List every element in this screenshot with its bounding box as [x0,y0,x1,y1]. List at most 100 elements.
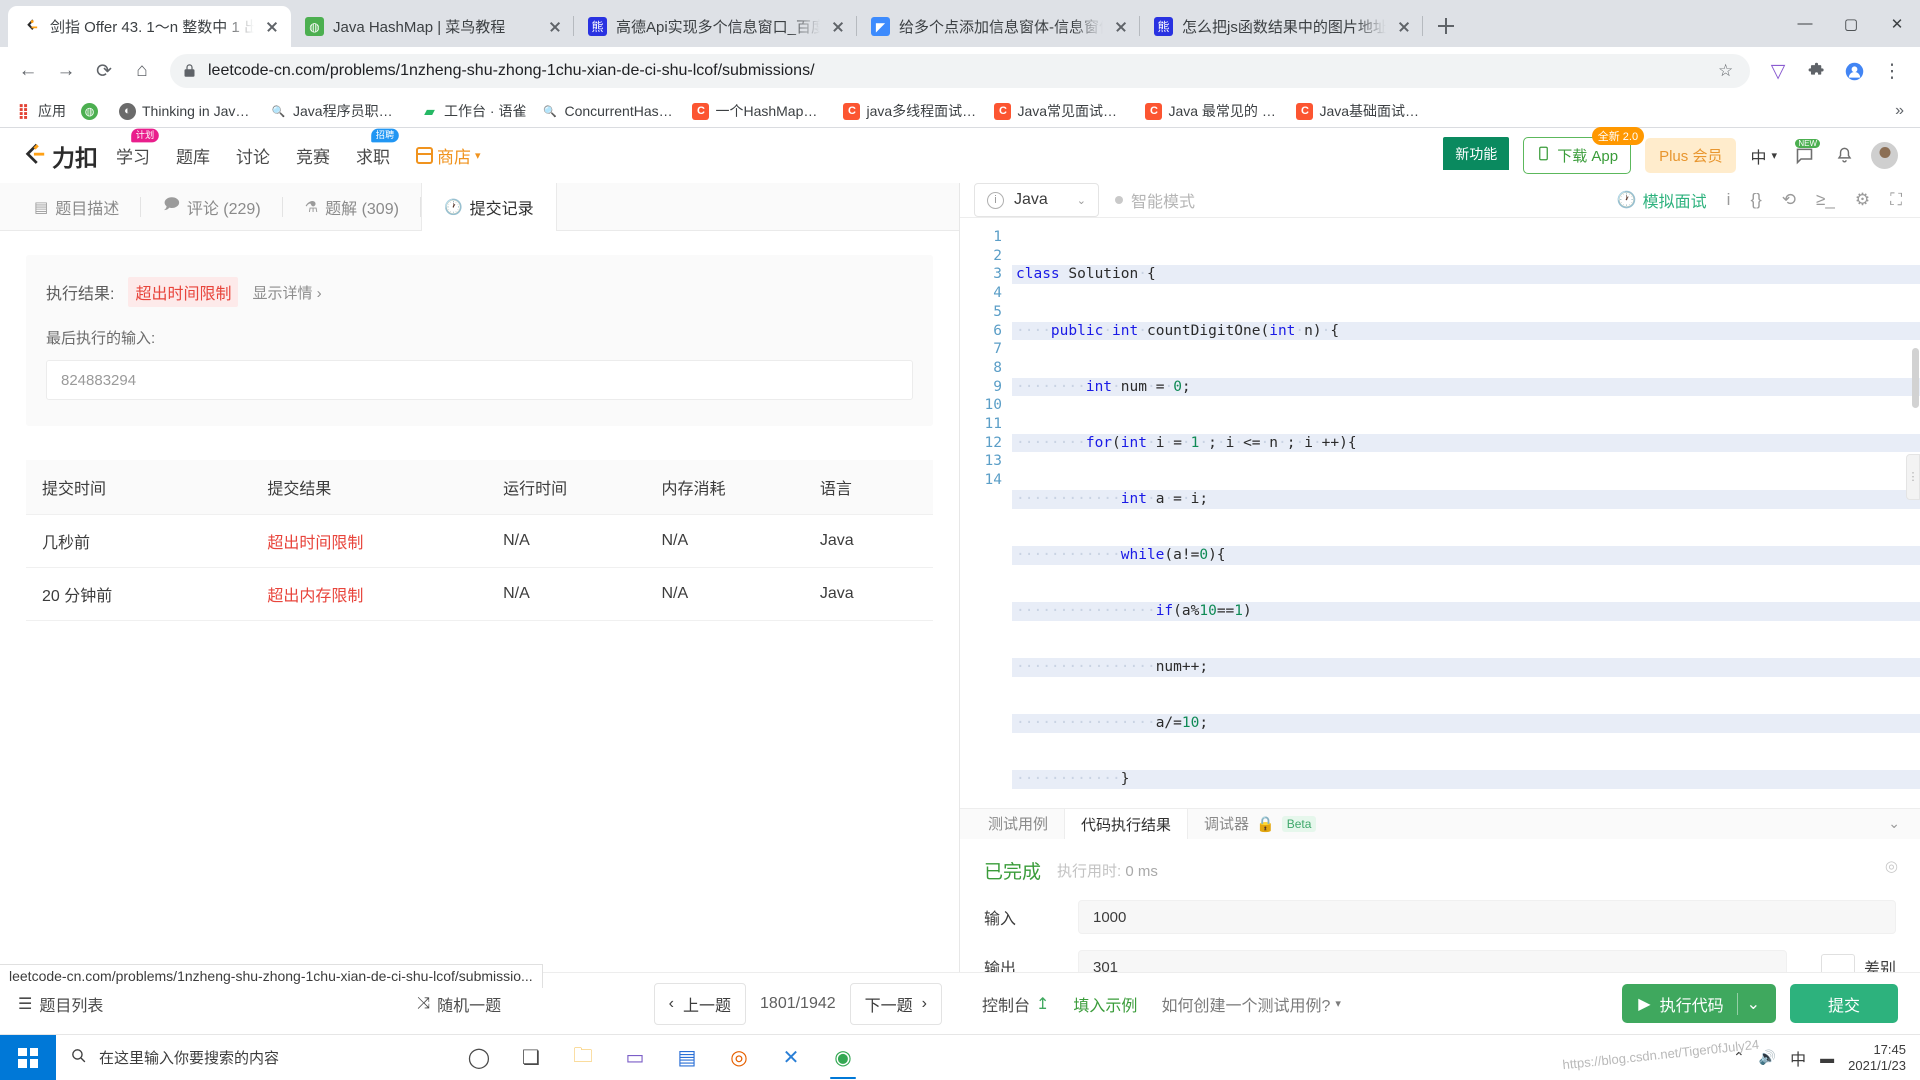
nav-item-study[interactable]: 学习 计划 [116,128,159,170]
prev-problem-button[interactable]: ‹ 上一题 [653,982,747,1025]
submit-button[interactable]: 提交 [1789,984,1898,1023]
bookmarks-overflow-icon[interactable]: » [1887,102,1912,120]
new-tab-button[interactable] [1429,9,1463,43]
bell-icon[interactable] [1831,143,1857,169]
chevron-down-icon[interactable]: ⌄ [1868,809,1920,839]
bookmark-5[interactable]: 🔍 ConcurrentHash... [534,99,684,124]
ime-indicator[interactable]: 中 [1790,1046,1806,1070]
browser-tab-0[interactable]: 剑指 Offer 43. 1～n 整数中 1 出 [8,6,291,47]
format-braces-icon[interactable]: {} [1750,190,1761,210]
close-icon[interactable] [1112,18,1130,36]
taskbar-search[interactable]: 在这里输入你要搜索的内容 [56,1035,446,1080]
app-blue-icon[interactable]: ▤ [664,1035,710,1080]
language-select[interactable]: i Java ⌄ [974,183,1099,217]
close-icon[interactable] [1395,18,1413,36]
close-window-button[interactable]: ✕ [1874,0,1920,47]
browser-menu-icon[interactable]: ⋮ [1874,53,1910,89]
maximize-button[interactable]: ▢ [1828,0,1874,47]
back-icon[interactable]: ← [10,53,46,89]
forward-icon[interactable]: → [48,53,84,89]
language-selector[interactable]: 中 ▾ [1750,144,1777,168]
bookmark-3[interactable]: 🔍 Java程序员职业生... [263,97,413,125]
nav-item-jobs[interactable]: 求职 招聘 [356,128,399,170]
smart-mode-toggle[interactable]: 智能模式 [1115,188,1195,212]
site-logo[interactable]: 力扣 [22,139,98,173]
bookmark-apps[interactable]: ⣿ 应用 [8,97,73,125]
tab-solutions[interactable]: ⚗ 题解 (309) [283,183,421,230]
bookmark-6[interactable]: C 一个HashMap跟面... [685,97,835,125]
volume-icon[interactable]: 🔊 [1759,1049,1776,1066]
problem-list-button[interactable]: ☰ 题目列表 [18,992,103,1016]
network-icon[interactable]: ▬ [1820,1050,1834,1066]
windows-start-icon[interactable] [0,1034,56,1080]
bookmark-9[interactable]: C Java 最常见的 200... [1138,97,1288,125]
file-explorer-icon[interactable]: 🗀 [560,1035,606,1080]
tab-debugger[interactable]: 调试器 🔒 Beta [1188,809,1332,839]
table-row[interactable]: 20 分钟前 超出内存限制 N/A N/A Java [26,567,933,620]
firefox-icon[interactable]: ◎ [716,1035,762,1080]
plus-member-button[interactable]: Plus 会员 [1645,138,1737,173]
puzzle-icon[interactable] [1798,53,1834,89]
run-code-button[interactable]: ▶ 执行代码 ⌄ [1622,984,1776,1023]
table-row[interactable]: 几秒前 超出时间限制 N/A N/A Java [26,514,933,567]
feedback-icon[interactable]: NEW [1791,138,1820,169]
user-avatar[interactable] [1871,142,1898,169]
tab-description[interactable]: ▤ 题目描述 [12,183,142,230]
close-icon[interactable] [546,18,564,36]
tab-testcase[interactable]: 测试用例 [972,809,1064,839]
browser-tab-1[interactable]: ◍ Java HashMap | 菜鸟教程 [291,6,574,47]
next-problem-button[interactable]: 下一题 › [849,982,942,1025]
bookmark-1[interactable]: ◍ [74,99,111,124]
fill-example-button[interactable]: 填入示例 [1073,992,1137,1016]
nav-item-contest[interactable]: 竞赛 [296,141,330,170]
mock-interview-button[interactable]: 🕐 模拟面试 [1617,188,1707,212]
bookmark-10[interactable]: C Java基础面试题整... [1289,97,1439,125]
app-purple-icon[interactable]: ▭ [612,1035,658,1080]
extensions-icon[interactable]: ▽ [1760,53,1796,89]
info-icon[interactable]: i [1727,190,1731,210]
close-icon[interactable] [263,18,281,36]
profile-icon[interactable] [1836,53,1872,89]
feature-tag[interactable]: 新功能 [1443,137,1510,170]
how-to-link[interactable]: 如何创建一个测试用例? ▾ [1161,992,1340,1016]
chrome-icon[interactable]: ◉ [820,1035,866,1080]
browser-tab-4[interactable]: 熊 怎么把js函数结果中的图片地址显 [1140,6,1423,47]
taskbar-clock[interactable]: 17:45 2021/1/23 [1848,1042,1906,1073]
nav-item-problems[interactable]: 题库 [176,141,210,170]
show-details-link[interactable]: 显示详情 › [252,282,321,303]
question-circle-icon[interactable]: ◎ [1885,857,1898,875]
reload-icon[interactable]: ⟳ [86,53,122,89]
star-icon[interactable]: ☆ [1718,61,1738,81]
close-icon[interactable] [829,18,847,36]
cell-result[interactable]: 超出时间限制 [267,529,503,553]
cortana-icon[interactable]: ◯ [456,1035,502,1080]
cell-result[interactable]: 超出内存限制 [267,582,503,606]
tab-result[interactable]: 代码执行结果 [1064,808,1189,840]
address-bar[interactable]: leetcode-cn.com/problems/1nzheng-shu-zho… [170,54,1750,88]
bookmark-4[interactable]: ▰ 工作台 · 语雀 [414,97,533,125]
editor-scrollbar[interactable] [1912,348,1919,408]
tab-comments[interactable]: 🗩 评论 (229) [141,183,283,230]
code-editor[interactable]: 1 2 3 4 5 6 7 8 9 10 11 12 13 14 class S… [960,218,1920,808]
random-problem-button[interactable]: ⤨ 随机一题 [417,992,501,1016]
editor-resize-handle[interactable]: ⋮ [1906,453,1920,500]
reset-icon[interactable]: ⟲ [1782,190,1796,210]
bookmark-8[interactable]: C Java常见面试题汇... [987,97,1137,125]
download-app-button[interactable]: 下载 App 全新 2.0 [1523,127,1645,174]
terminal-icon[interactable]: ≥_ [1816,190,1835,210]
fullscreen-icon[interactable]: ⛶ [1890,190,1902,210]
nav-item-discuss[interactable]: 讨论 [236,141,270,170]
bookmark-7[interactable]: C java多线程面试题... [836,97,986,125]
vscode-icon[interactable]: ✕ [768,1035,814,1080]
input-value[interactable]: 1000 [1078,900,1896,934]
bookmark-2[interactable]: ◐ Thinking in Java 4... [112,99,262,124]
task-view-icon[interactable]: ❏ [508,1035,554,1080]
home-icon[interactable]: ⌂ [124,53,160,89]
console-toggle[interactable]: 控制台 ↥ [982,992,1049,1016]
tab-submissions[interactable]: 🕐 提交记录 [420,183,557,231]
browser-tab-2[interactable]: 熊 高德Api实现多个信息窗口_百度搜 [574,6,857,47]
nav-item-shop[interactable]: 商店 ▾ [416,141,481,170]
browser-tab-3[interactable]: ◤ 给多个点添加信息窗体-信息窗体 [857,6,1140,47]
chevron-down-icon[interactable]: ⌄ [1747,994,1760,1014]
settings-icon[interactable]: ⚙ [1855,190,1870,210]
